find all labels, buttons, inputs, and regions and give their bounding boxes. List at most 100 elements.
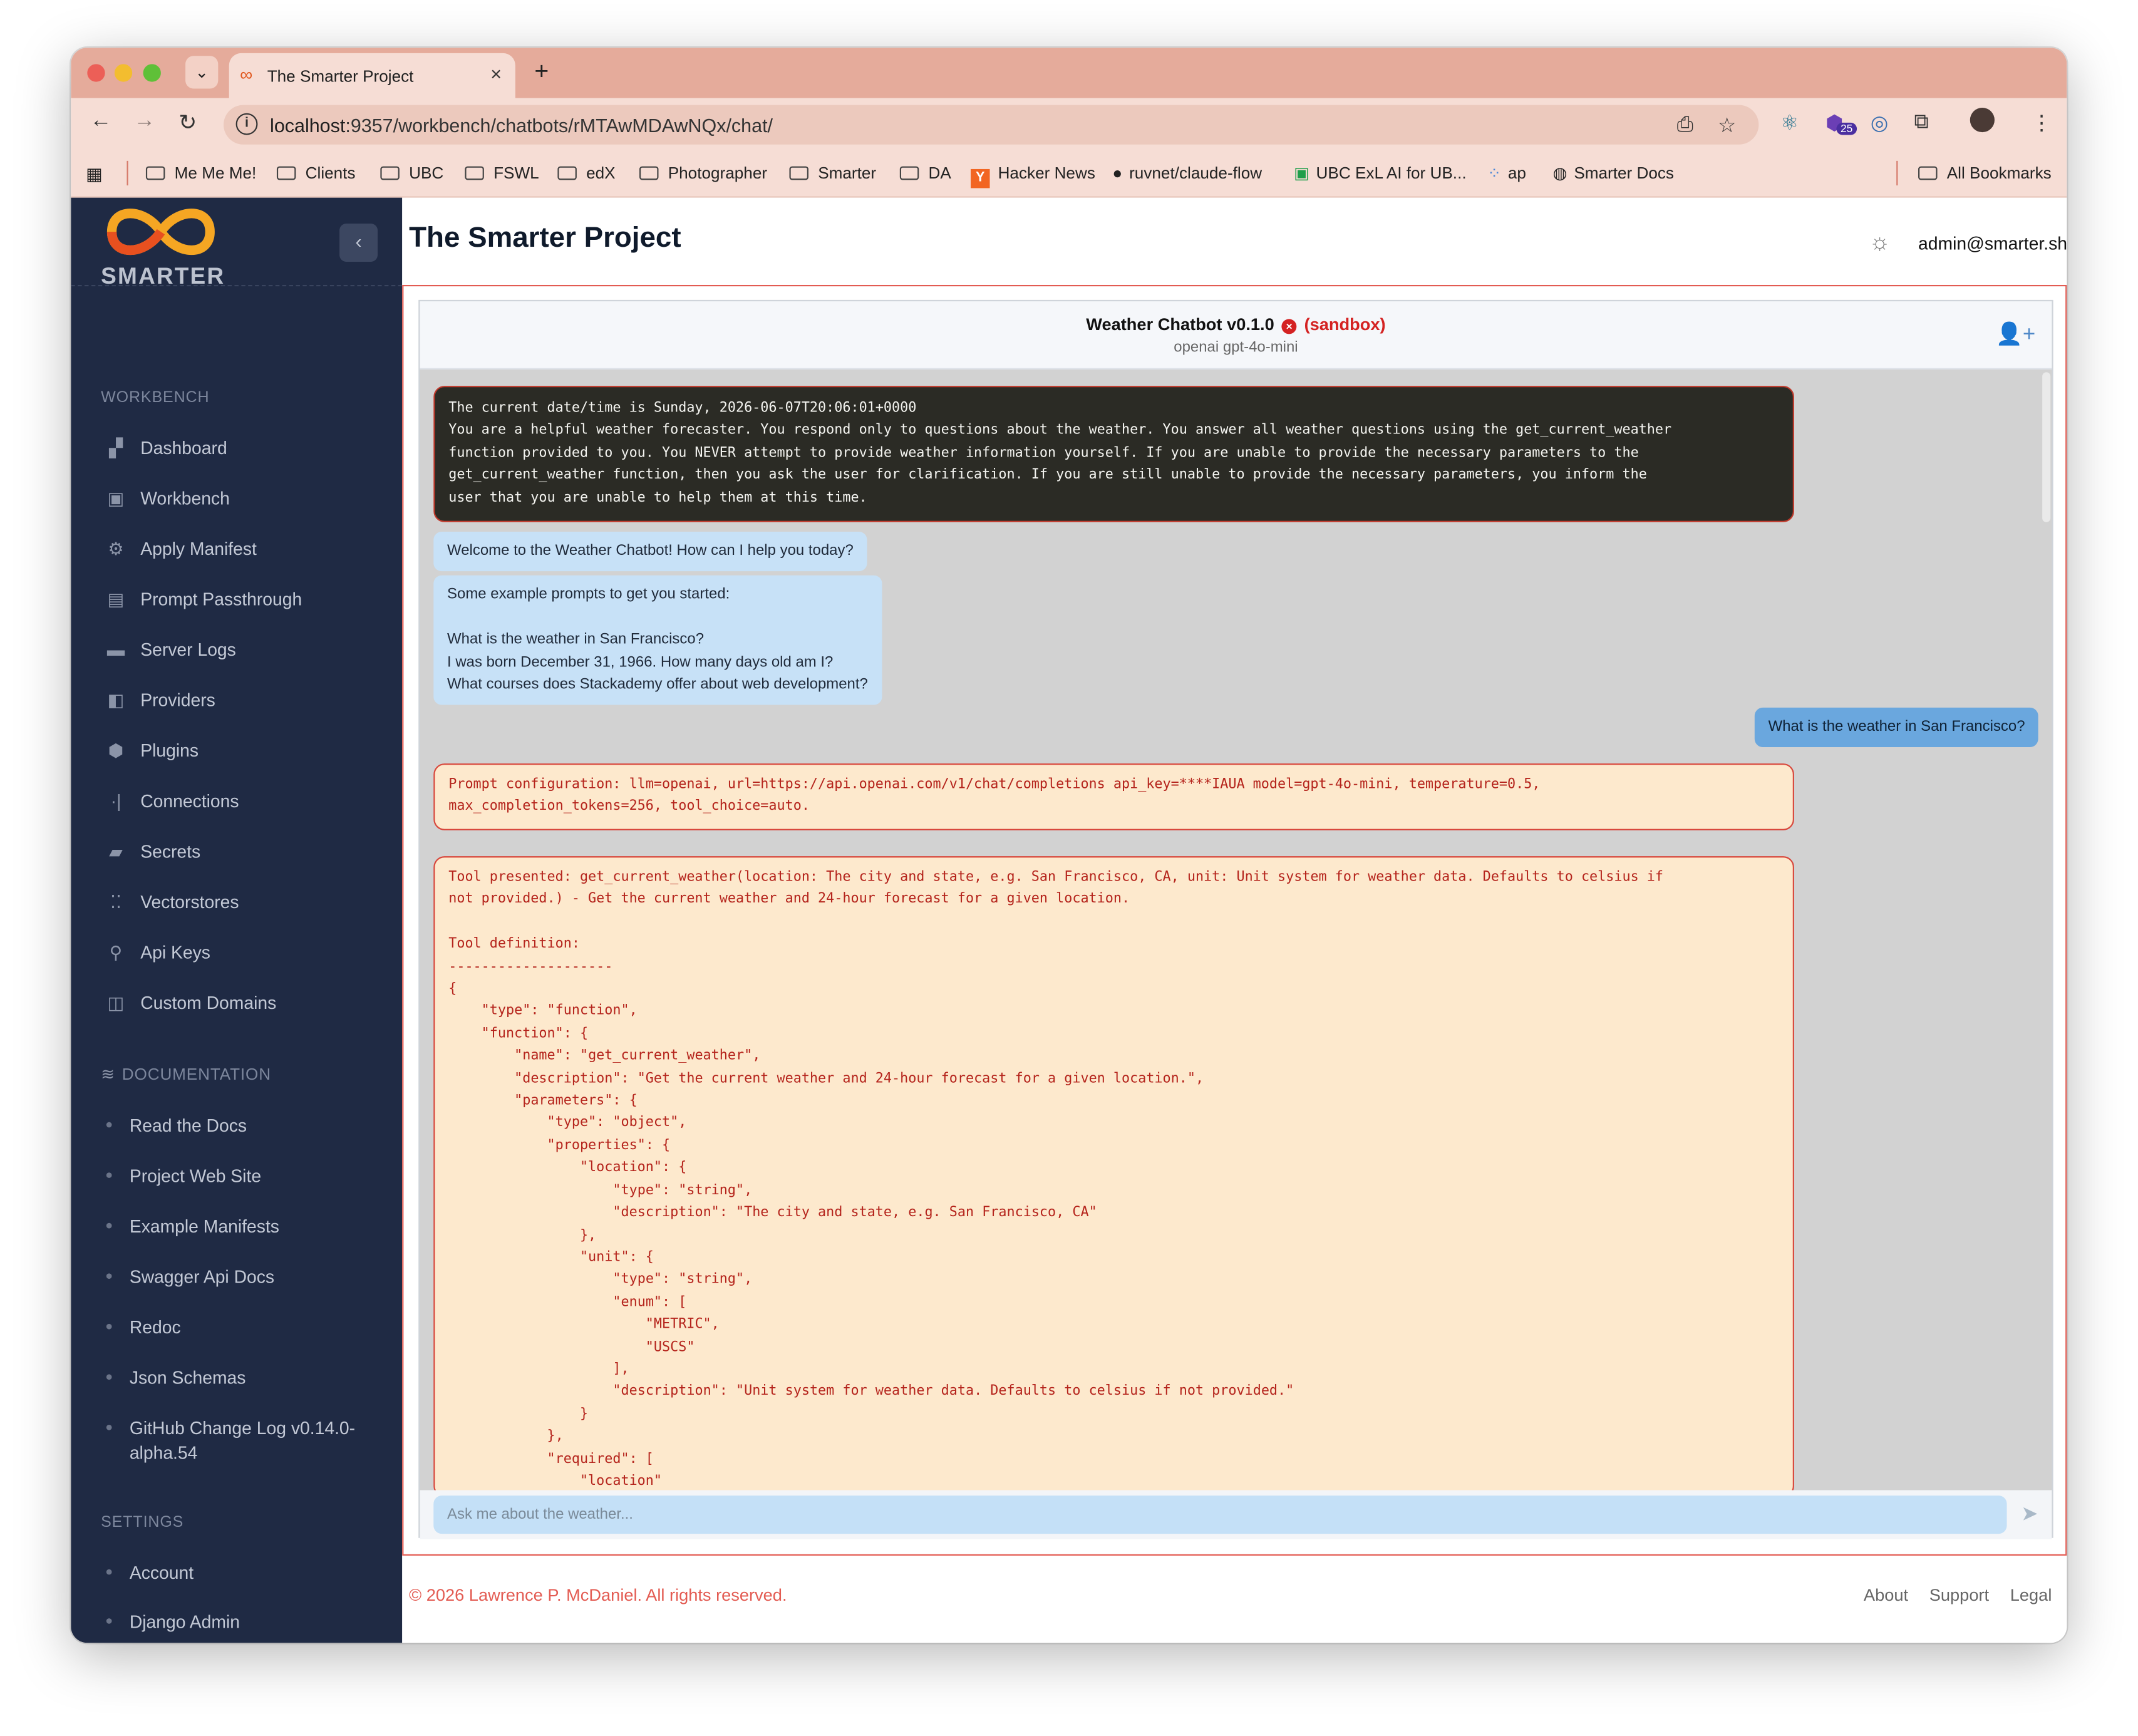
folder-icon (145, 166, 165, 180)
address-bar[interactable]: i localhost:9357/workbench/chatbots/rMTA… (224, 105, 1759, 145)
browser-tab[interactable]: ∞ The Smarter Project × (229, 53, 515, 98)
doc-item-redoc[interactable]: Redoc (106, 1316, 181, 1340)
ap-dots-icon: ⁘ (1487, 163, 1502, 183)
bookmarks-separator (127, 160, 128, 186)
bookmark-ubc[interactable]: UBC (380, 163, 443, 183)
bookmark-star-icon[interactable]: ☆ (1718, 113, 1736, 138)
doc-item-project-web-site[interactable]: Project Web Site (106, 1164, 261, 1189)
footer-about-link[interactable]: About (1864, 1586, 1908, 1604)
bullet-dot (106, 1323, 112, 1330)
folder-icon (639, 166, 659, 180)
apps-grid-icon[interactable]: ▦ (86, 163, 103, 185)
react-devtools-icon[interactable]: ⚛ (1780, 110, 1799, 135)
providers-icon: ◧ (107, 690, 125, 711)
bookmark-da[interactable]: DA (899, 163, 951, 183)
tab-search-chevron-icon[interactable]: ⌄ (185, 56, 219, 89)
bookmark-hacker-news[interactable]: Y Hacker News (971, 163, 1095, 189)
minimize-window-button[interactable] (114, 64, 133, 82)
site-info-icon[interactable]: i (235, 113, 258, 135)
doc-item-github-change-log[interactable]: GitHub Change Log v0.14.0-alpha.54 (106, 1417, 366, 1465)
theme-toggle-sun-icon[interactable]: ☼ (1869, 229, 1891, 257)
new-tab-plus-icon[interactable]: + (534, 57, 549, 86)
doc-item-json-schemas[interactable]: Json Schemas (106, 1366, 245, 1390)
zoom-window-button[interactable] (143, 64, 161, 82)
extension-badge-icon[interactable]: ⬢ 25 (1826, 110, 1857, 135)
hacker-news-icon: Y (971, 168, 990, 189)
sidebar-item-workbench[interactable]: ▣ Workbench (103, 488, 230, 510)
all-bookmarks[interactable]: All Bookmarks (1918, 163, 2052, 183)
sidebar-item-providers[interactable]: ◧ Providers (103, 690, 215, 712)
smarter-logo-icon[interactable] (103, 200, 218, 263)
layers-icon: ≋ (101, 1065, 115, 1084)
sidebar-item-apply-manifest[interactable]: ⚙ Apply Manifest (103, 539, 256, 561)
folder-icon (899, 166, 919, 180)
cube-icon: ⬢ (108, 740, 124, 761)
github-icon: ● (1112, 163, 1123, 183)
key-icon: ⚲ (109, 942, 123, 963)
settings-item-django-admin[interactable]: Django Admin (106, 1610, 240, 1635)
sidebar-item-vectorstores[interactable]: ⁚⁚ Vectorstores (103, 892, 239, 914)
collapse-sidebar-button[interactable]: ‹ (339, 224, 378, 262)
smarter-favicon-icon: ∞ (240, 64, 253, 85)
user-menu[interactable]: admin@smarter.sh (1918, 233, 2067, 254)
doc-item-example-manifests[interactable]: Example Manifests (106, 1215, 279, 1239)
bookmark-edx[interactable]: edX (557, 163, 616, 183)
chat-input-bar: ➤ (420, 1490, 2052, 1539)
logo-divider (71, 284, 403, 287)
bookmark-smarter-docs[interactable]: ◍ Smarter Docs (1553, 163, 1674, 182)
doc-item-swagger-api-docs[interactable]: Swagger Api Docs (106, 1265, 274, 1289)
browser-window: ⌄ ∞ The Smarter Project × + ← → ↻ i loca… (71, 48, 2067, 1643)
back-arrow-icon[interactable]: ← (90, 109, 112, 133)
sidebar-item-custom-domains[interactable]: ◫ Custom Domains (103, 992, 277, 1015)
sidebar-item-prompt-passthrough[interactable]: ▤ Prompt Passthrough (103, 589, 302, 611)
chat-input[interactable] (433, 1496, 2007, 1534)
sidebar-item-api-keys[interactable]: ⚲ Api Keys (103, 942, 210, 964)
bookmark-smarter[interactable]: Smarter (789, 163, 876, 183)
bookmarks-separator (1896, 160, 1898, 186)
bookmark-claude-flow[interactable]: ● ruvnet/claude-flow (1112, 163, 1262, 182)
workbench-icon: ▣ (107, 488, 125, 509)
sidebar-item-dashboard[interactable]: ▞ Dashboard (103, 438, 227, 460)
footer-support-link[interactable]: Support (1929, 1586, 1989, 1604)
add-user-icon[interactable]: 👤+ (1996, 321, 2036, 348)
bookmarks-bar: ▦ Me Me Me! Clients UBC FSWL edX Photogr… (71, 150, 2067, 198)
menu-kebab-icon[interactable]: ⋮ (2032, 110, 2052, 135)
close-window-button[interactable] (87, 64, 105, 82)
browser-toolbar: ← → ↻ i localhost:9357/workbench/chatbot… (71, 98, 2067, 150)
bookmark-photographer[interactable]: Photographer (639, 163, 767, 183)
url-text[interactable]: localhost:9357/workbench/chatbots/rMTAwM… (270, 115, 773, 137)
bullet-dot (106, 1122, 112, 1128)
chat-scrollbar[interactable] (2042, 372, 2051, 522)
error-x-icon: × (1281, 319, 1297, 334)
content-frame: Weather Chatbot v0.1.0 × (sandbox) opena… (402, 284, 2067, 1556)
chat-header: Weather Chatbot v0.1.0 × (sandbox) opena… (420, 301, 2052, 369)
bullet-dot (106, 1424, 112, 1430)
domain-icon: ◫ (107, 992, 125, 1013)
bookmark-ap[interactable]: ⁘ ap (1487, 163, 1526, 182)
tab-title: The Smarter Project (267, 66, 414, 86)
sidebar-item-secrets[interactable]: ▰ Secrets (103, 841, 200, 863)
extensions-puzzle-icon[interactable]: ⧉ (1914, 110, 1929, 133)
sidebar-item-connections[interactable]: ·| Connections (103, 791, 239, 812)
section-settings: SETTINGS (101, 1514, 184, 1531)
settings-item-account[interactable]: Account (106, 1561, 194, 1586)
reload-icon[interactable]: ↻ (178, 109, 197, 137)
bookmark-ubc-exl[interactable]: ▣ UBC ExL AI for UB... (1294, 163, 1467, 182)
bookmark-me-me-me[interactable]: Me Me Me! (145, 163, 256, 183)
sidebar-item-plugins[interactable]: ⬢ Plugins (103, 740, 199, 762)
bookmark-clients[interactable]: Clients (276, 163, 356, 183)
send-paper-plane-icon[interactable]: ➤ (2021, 1501, 2038, 1526)
doc-item-read-the-docs[interactable]: Read the Docs (106, 1114, 247, 1139)
folder-icon (557, 166, 577, 180)
forward-arrow-icon[interactable]: → (133, 109, 155, 133)
bookmark-fswl[interactable]: FSWL (465, 163, 539, 183)
profile-avatar[interactable] (1970, 107, 1995, 133)
assistant-welcome-message: Welcome to the Weather Chatbot! How can … (433, 532, 867, 571)
tab-close-icon[interactable]: × (490, 63, 502, 85)
install-app-icon[interactable]: ⎙ (1677, 113, 1693, 137)
footer-legal-link[interactable]: Legal (2010, 1586, 2052, 1604)
bullet-dot (106, 1569, 112, 1575)
grammar-extension-icon[interactable]: ◎ (1871, 110, 1889, 135)
folder-icon (465, 166, 484, 180)
sidebar-item-server-logs[interactable]: ▬ Server Logs (103, 639, 236, 660)
